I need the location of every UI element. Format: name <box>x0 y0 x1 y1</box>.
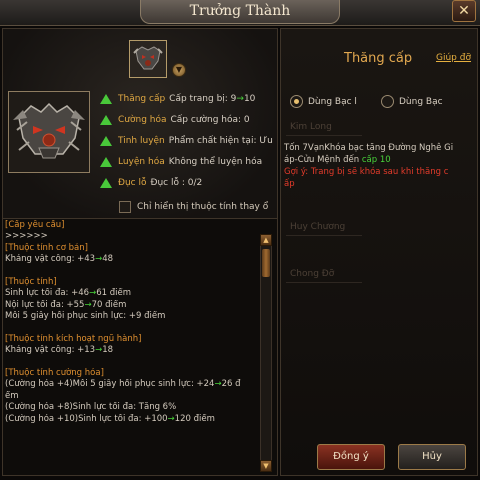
attr-value: Phẩm chất hiện tại: Ưu <box>168 135 273 146</box>
attr-row-socket[interactable]: Đục lỗ Đục lỗ : 0/2 <box>100 172 278 193</box>
cost-line: Tốn 7VạnKhóa bạc tăng Đường Nghê Gi <box>284 143 454 153</box>
attr-value: Cấp trang bị: 9 <box>169 93 237 104</box>
cancel-button[interactable]: Hủy <box>398 444 466 470</box>
title-bar: Trưởng Thành ✕ <box>0 0 480 26</box>
detail-line: [Thuộc tính] <box>5 276 57 287</box>
help-link[interactable]: Giúp đỡ <box>436 53 471 63</box>
up-arrow-icon <box>100 93 112 104</box>
detail-line: (Cường hóa +8)Sinh lực tối đa: Tăng 6% <box>5 402 177 413</box>
use-silver-option[interactable]: Dùng Bạc <box>381 95 443 108</box>
attr-key: Cường hóa <box>118 114 167 125</box>
detail-line: [Thuộc tính cường hóa] <box>5 368 104 379</box>
show-changes-label: Chỉ hiển thị thuộc tính thay ổ <box>137 202 269 212</box>
equipment-thumbnail[interactable] <box>129 40 167 78</box>
detail-line: Kháng vật công: +13→18 <box>5 345 114 356</box>
detail-line: Nội lực tối đa: +55→70 điểm <box>5 299 127 310</box>
faded-option: Kim Long <box>286 118 362 136</box>
scroll-thumb[interactable] <box>262 249 270 277</box>
attribute-list: Thăng cấp Cấp trang bị: 9 → 10 Cường hóa… <box>100 88 278 193</box>
detail-line: ểm <box>5 390 19 401</box>
detail-line: >>>>>> <box>5 231 48 242</box>
up-arrow-icon <box>100 114 112 125</box>
upgrade-title: Thăng cấp <box>344 51 413 66</box>
detail-line: [Thuộc tính cơ bản] <box>5 242 88 253</box>
attr-value: Đục lỗ : 0/2 <box>150 177 203 188</box>
attr-row-upgrade[interactable]: Thăng cấp Cấp trang bị: 9 → 10 <box>100 88 278 109</box>
attr-arrow: → <box>236 93 244 104</box>
detail-line: Kháng vật công: +43→48 <box>5 254 114 265</box>
detail-line-blank <box>5 266 257 277</box>
attr-value: Cấp cường hóa: 0 <box>170 114 250 125</box>
detail-line: Sinh lực tối đa: +46→61 điểm <box>5 288 131 299</box>
detail-line: (Cường hóa +10)Sinh lực tối đa: +100→120… <box>5 413 215 424</box>
cost-line: áp-Cửu Mệnh đến cấp 10 <box>284 155 391 165</box>
expand-button[interactable]: ▼ <box>172 63 186 77</box>
attr-key: Đục lỗ <box>118 177 147 188</box>
attr-key: Thăng cấp <box>118 93 166 104</box>
helmet-icon <box>9 92 89 172</box>
show-changes-option[interactable]: Chỉ hiển thị thuộc tính thay ổ <box>119 201 268 213</box>
scroll-down-button[interactable]: ▼ <box>260 460 272 472</box>
up-arrow-icon <box>100 135 112 146</box>
attr-row-refine[interactable]: Tinh luyện Phẩm chất hiện tại: Ưu <box>100 130 278 151</box>
detail-line: (Cường hóa +4)Mỗi 5 giây hồi phục sinh l… <box>5 379 241 390</box>
attr-key: Tinh luyện <box>118 135 165 146</box>
faded-option: Chong Đỡ <box>286 265 362 283</box>
helmet-icon <box>130 41 166 77</box>
scroll-up-button[interactable]: ▲ <box>260 234 272 246</box>
detail-line: Mỗi 5 giây hồi phục sinh lực: +9 điểm <box>5 311 166 322</box>
up-arrow-icon <box>100 177 112 188</box>
detail-line-blank <box>5 357 257 368</box>
window-title: Trưởng Thành <box>140 0 340 24</box>
attr-key: Luyện hóa <box>118 156 165 167</box>
chevron-down-icon: ▼ <box>263 462 269 470</box>
show-changes-checkbox[interactable] <box>119 201 131 213</box>
radio-label: Dùng Bạc l <box>308 96 357 107</box>
details-text: [Cấp yêu cầu] >>>>>> [Thuộc tính cơ bản]… <box>5 220 257 425</box>
close-button[interactable]: ✕ <box>452 0 476 22</box>
upgrade-info: Tốn 7VạnKhóa bạc tăng Đường Nghê Gi áp-C… <box>284 142 476 190</box>
attr-new-value: 10 <box>243 93 256 104</box>
detail-line-blank <box>5 323 257 334</box>
use-silver-radio[interactable] <box>381 95 394 108</box>
attr-row-smelt[interactable]: Luyện hóa Không thể luyện hóa <box>100 151 278 172</box>
confirm-button[interactable]: Đồng ý <box>317 444 385 470</box>
faded-option: Huy Chương <box>286 218 362 236</box>
warning-line: ấp <box>284 179 295 189</box>
attr-value: Không thể luyện hóa <box>168 156 263 167</box>
detail-line: [Cấp yêu cầu] <box>5 220 65 230</box>
chevron-up-icon: ▲ <box>263 236 269 244</box>
close-icon: ✕ <box>458 3 470 19</box>
use-bound-silver-option[interactable]: Dùng Bạc l <box>290 95 357 108</box>
radio-label: Dùng Bạc <box>399 96 443 107</box>
equipment-icon <box>8 91 90 173</box>
detail-line: [Thuộc tính kích hoạt ngũ hành] <box>5 333 142 344</box>
attr-row-enhance[interactable]: Cường hóa Cấp cường hóa: 0 <box>100 109 278 130</box>
chevron-down-icon: ▼ <box>175 65 183 74</box>
warning-line: Gợi ý: Trang bị sẽ khóa sau khi thăng c <box>284 167 449 177</box>
use-bound-silver-radio[interactable] <box>290 95 303 108</box>
details-scrollbar[interactable]: ▲ ▼ <box>260 234 272 472</box>
up-arrow-icon <box>100 156 112 167</box>
